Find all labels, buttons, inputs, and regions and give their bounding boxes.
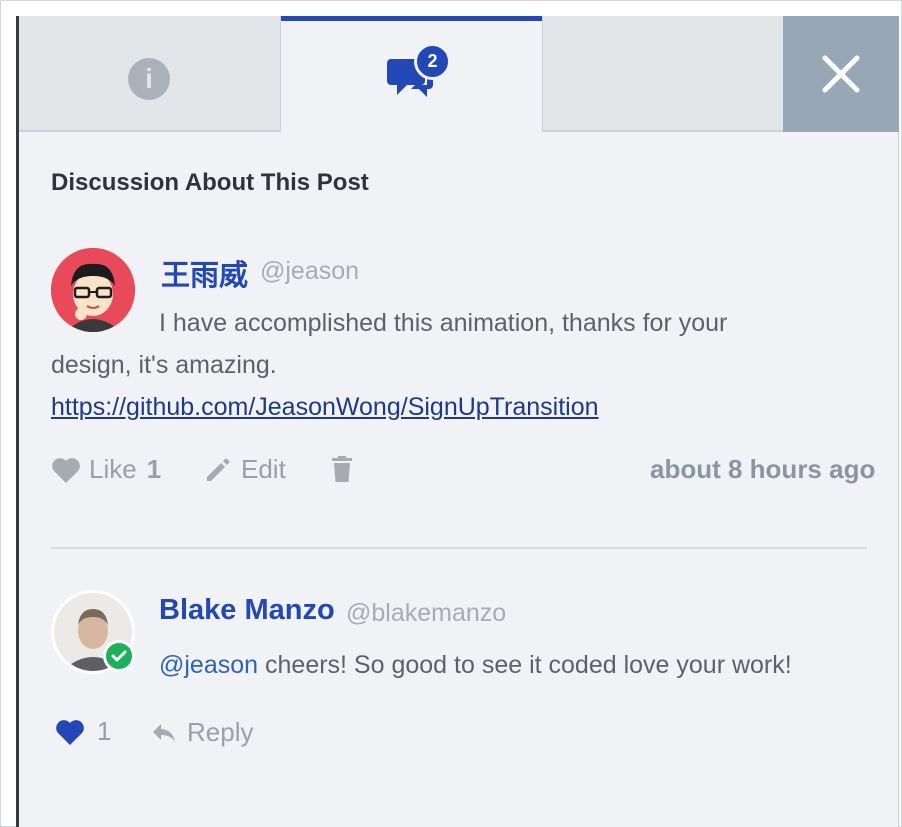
tab-empty[interactable] [542,16,783,132]
edit-button[interactable]: Edit [205,454,286,485]
check-icon [111,650,127,662]
avatar-illustration [51,248,135,332]
comment-divider [51,547,867,549]
section-heading: Discussion About This Post [51,169,369,196]
comment-author-name[interactable]: 王雨威 [161,252,248,294]
heart-icon [56,719,84,745]
reply-icon [153,723,175,742]
heart-icon [52,457,80,483]
trash-icon [332,456,352,482]
notification-badge: 2 [414,43,451,80]
like-count: 1 [97,716,112,746]
like-button[interactable]: Like 1 [51,454,161,485]
discussion-panel: i 2 Discussion About This Post 王雨威 @jeas… [16,16,899,827]
like-count: 1 [146,454,162,484]
reply-button[interactable]: Reply [151,717,253,748]
avatar[interactable] [51,248,135,332]
edit-label: Edit [241,454,286,484]
tab-discussion[interactable]: 2 [281,16,542,132]
comment-link[interactable]: https://github.com/JeasonWong/SignUpTran… [51,393,599,421]
delete-button[interactable] [331,456,353,482]
comment-text-body: cheers! So good to see it coded love you… [258,651,792,679]
reply-label: Reply [187,717,254,747]
mention-link[interactable]: @jeason [159,651,258,679]
pencil-icon [207,458,230,481]
comment-text: @jeason cheers! So good to see it coded … [159,644,792,686]
comment-text-line: I have accomplished this animation, than… [159,309,728,337]
comment-timestamp: about 8 hours ago [650,454,876,484]
comment-author-name[interactable]: Blake Manzo [159,594,335,627]
info-icon: i [128,58,170,100]
like-button[interactable]: 1 [55,716,111,747]
close-icon [822,55,860,93]
verified-badge [103,640,135,672]
tab-info[interactable]: i [19,16,281,132]
tab-bar: i 2 [19,16,899,132]
like-label: Like [89,454,137,484]
close-button[interactable] [783,16,899,132]
comment-author-handle[interactable]: @blakemanzo [346,599,506,628]
comment-text-line: design, it's amazing. [51,351,277,379]
comment-author-handle[interactable]: @jeason [260,257,359,286]
